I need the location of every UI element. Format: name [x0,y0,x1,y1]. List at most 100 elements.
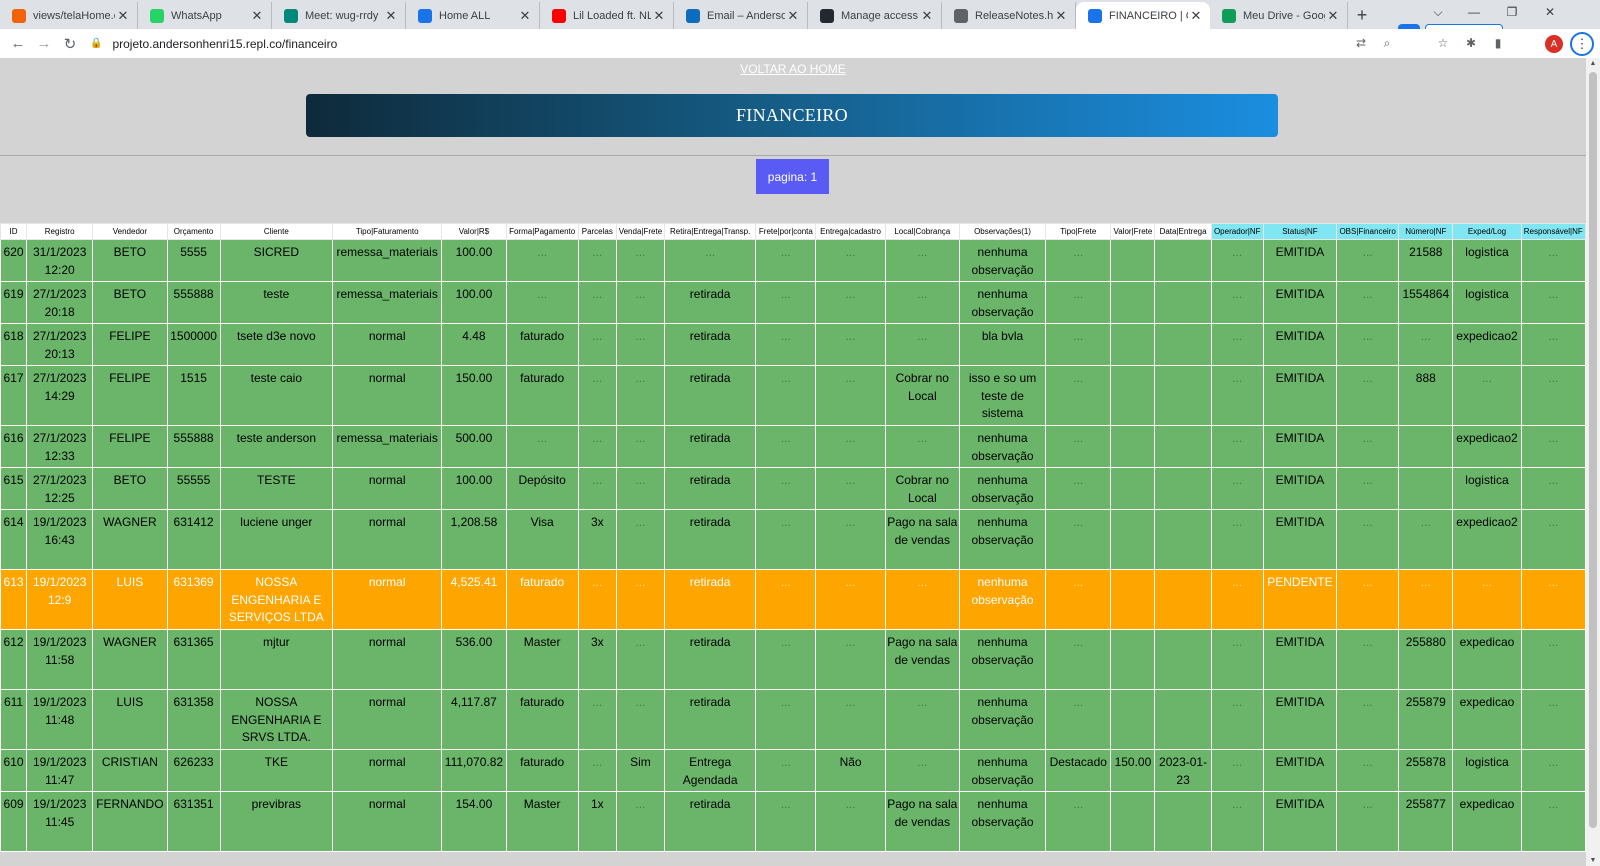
scroll-up-icon[interactable]: ▲ [1589,60,1597,67]
tab-title: FINANCEIRO | CEM [1109,9,1188,22]
table-cell: retirada [663,467,757,510]
bookmark-star-icon[interactable]: ☆ [1434,34,1452,52]
extensions-icon[interactable]: ✱ [1462,34,1480,52]
replit-icon [12,8,26,23]
table-cell: ... [815,467,886,510]
table-cell: 19/1/2023 11:58 [26,629,94,690]
window-close-icon[interactable]: ✕ [1532,0,1568,24]
table-row[interactable]: 610 19/1/2023 11:47 CRISTIAN 626233 TKE norma… [0,749,1586,792]
browser-tab[interactable]: Meet: wug-rrdy ✕ [272,2,406,29]
table-row[interactable]: 618 27/1/2023 20:13 FELIPE 1500000 tsete d3e… [0,323,1586,366]
table-cell: ... [884,749,960,792]
tab-close-icon[interactable]: ✕ [1053,8,1069,24]
browser-tab[interactable]: Manage access ✕ [808,2,942,29]
tab-title: Meu Drive - Google [1243,9,1325,22]
table-cell: ... [1210,629,1264,690]
tab-close-icon[interactable]: ✕ [1325,8,1341,24]
table-cell: ... [1452,569,1522,630]
browser-tab[interactable]: views/telaHome.ejs✕ [0,2,138,29]
table-cell: normal [331,749,443,792]
tab-close-icon[interactable]: ✕ [115,8,131,24]
table-cell: 555888 [166,425,221,468]
tab-title: Manage access [841,9,919,22]
table-row[interactable]: 609 19/1/2023 11:45 FERNANDO 631351 previbra… [0,791,1586,852]
table-cell: ... [755,791,817,852]
tab-close-icon[interactable]: ✕ [919,8,935,24]
table-cell: ... [1520,629,1586,690]
table-cell: 55555 [166,467,221,510]
table-cell: faturado [505,323,579,366]
tab-close-icon[interactable]: ✕ [517,8,533,24]
table-cell: faturado [505,689,579,750]
table-cell: teste caio [219,365,334,426]
table-cell: ... [577,281,617,324]
table-row[interactable]: 620 31/1/2023 12:20 BETO 5555 SICRED remessa_… [0,239,1586,282]
back-icon[interactable]: ← [5,31,31,57]
page-indicator-button[interactable]: pagina: 1 [756,159,829,194]
table-cell: 1554864 [1398,281,1454,324]
minimize-icon[interactable]: — [1456,0,1492,24]
reload-icon[interactable]: ↻ [57,31,83,57]
tab-close-icon[interactable]: ✕ [651,8,667,24]
table-row[interactable]: 611 19/1/2023 11:48 LUIS 631358 NOSSA ENGENH… [0,689,1586,750]
table-cell: 1x [577,791,617,852]
table-cell [1154,239,1212,282]
translate-icon[interactable]: ⇄ [1352,34,1370,52]
tab-title: Meet: wug-rrdy [305,9,379,22]
table-cell: ... [1520,323,1586,366]
browser-tab[interactable]: Lil Loaded ft. NLE Ch✕ [540,2,674,29]
table-row[interactable]: 616 27/1/2023 12:33 FELIPE 555888 teste ande… [0,425,1586,468]
maximize-icon[interactable]: ❐ [1494,0,1530,24]
forward-icon[interactable]: → [31,31,57,57]
column-header: Data|Entrega [1154,223,1212,240]
table-row[interactable]: 615 27/1/2023 12:25 BETO 55555 TESTE normal 10… [0,467,1586,510]
table-row[interactable]: 614 19/1/2023 16:43 WAGNER 631412 luciene un… [0,509,1586,570]
table-cell: ... [615,689,666,750]
table-cell: ... [1336,239,1400,282]
zoom-icon[interactable]: ⌕ [1378,34,1396,52]
table-body: 620 31/1/2023 12:20 BETO 5555 SICRED remessa_… [0,239,1586,852]
profile-avatar[interactable]: A [1545,35,1563,53]
new-tab-icon[interactable]: + [1348,2,1376,29]
table-cell: 613 [0,569,28,630]
browser-tab[interactable]: FINANCEIRO | CEM✕ [1076,2,1210,29]
column-header: Vendedor [92,223,168,240]
table-cell: 536.00 [441,629,507,690]
tab-close-icon[interactable]: ✕ [785,8,801,24]
scroll-down-icon[interactable]: ▼ [1589,857,1597,864]
side-panel-icon[interactable]: ▮ [1489,34,1507,52]
table-cell [1154,791,1212,852]
page-scrollbar[interactable]: ▲ ▼ [1586,58,1600,866]
column-header: Local|Cobrança [884,223,960,240]
table-cell: ... [505,281,579,324]
table-cell: normal [331,791,443,852]
tab-close-icon[interactable]: ✕ [383,8,399,24]
table-cell: ... [1045,323,1112,366]
table-row[interactable]: 619 27/1/2023 20:18 BETO 555888 teste remessa… [0,281,1586,324]
table-row[interactable]: 617 27/1/2023 14:29 FELIPE 1515 teste caio no… [0,365,1586,426]
table-cell: BETO [92,467,168,510]
address-bar[interactable]: 🔒 projeto.andersonhenri15.repl.co/financ… [90,32,1390,55]
table-row[interactable]: 612 19/1/2023 11:58 WAGNER 631365 mjtur norma… [0,629,1586,690]
browser-tab[interactable]: Home ALL ✕ [406,2,540,29]
table-cell: ... [755,569,817,630]
tab-close-icon[interactable]: ✕ [249,8,265,24]
back-to-home-link[interactable]: VOLTAR AO HOME [0,62,1586,76]
column-header: Parcelas [577,223,617,240]
table-cell: 615 [0,467,28,510]
table-cell: ... [615,467,666,510]
table-cell: logistica [1452,749,1522,792]
browser-tab[interactable]: ReleaseNotes.html✕ [942,2,1076,29]
tab-search-icon[interactable]: ⌵ [1420,0,1456,24]
table-row[interactable]: 613 19/1/2023 12:9 LUIS 631369 NOSSA ENGENHA… [0,569,1586,630]
column-header: Responsável|NF [1520,223,1586,240]
scrollbar-thumb[interactable] [1589,72,1597,828]
browser-tab[interactable]: Email – Anderson H✕ [674,2,808,29]
browser-tab[interactable]: Meu Drive - Google✕ [1210,2,1348,29]
tab-close-icon[interactable]: ✕ [1188,8,1204,24]
tab-title: views/telaHome.ejs [33,9,115,22]
table-cell: 19/1/2023 12:9 [26,569,94,630]
menu-kebab-icon[interactable]: ⋮ [1570,32,1594,56]
browser-tab[interactable]: WhatsApp ✕ [138,2,272,29]
table-cell: EMITIDA [1262,749,1338,792]
